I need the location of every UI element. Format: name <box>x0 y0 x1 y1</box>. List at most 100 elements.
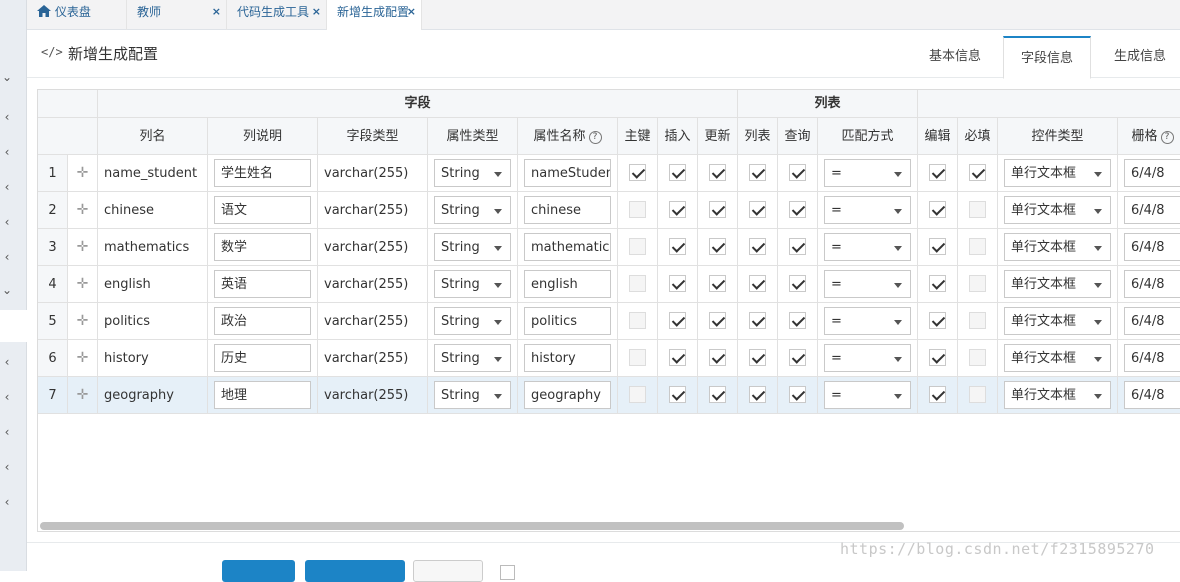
chevron-left-icon[interactable]: ‹ <box>0 425 14 439</box>
pk-checkbox[interactable] <box>628 349 646 366</box>
list-checkbox[interactable] <box>748 349 766 366</box>
row-drag-handle[interactable]: ✛ <box>68 340 98 377</box>
query-checkbox[interactable] <box>788 201 806 218</box>
insert-checkbox[interactable] <box>668 164 686 181</box>
match-select[interactable]: = <box>824 270 911 298</box>
insert-checkbox[interactable] <box>668 349 686 366</box>
query-checkbox[interactable] <box>788 386 806 403</box>
chevron-down-icon[interactable]: ⌄ <box>0 283 14 297</box>
move-icon[interactable]: ✛ <box>77 387 89 403</box>
insert-checkbox[interactable] <box>668 238 686 255</box>
column-desc-input[interactable]: 英语 <box>214 270 311 298</box>
overwrite-files-checkbox[interactable] <box>500 565 515 580</box>
column-header-list[interactable]: 列表 <box>738 118 778 155</box>
edit-checkbox[interactable] <box>928 386 946 403</box>
update-checkbox[interactable] <box>708 349 726 366</box>
pk-checkbox[interactable] <box>628 386 646 403</box>
chevron-down-icon[interactable]: ⌄ <box>0 70 14 84</box>
move-icon[interactable]: ✛ <box>77 350 89 366</box>
attr-type-select[interactable]: String <box>434 344 511 372</box>
edit-checkbox[interactable] <box>928 164 946 181</box>
row-drag-handle[interactable]: ✛ <box>68 377 98 414</box>
close-icon[interactable]: × <box>407 0 416 24</box>
update-checkbox[interactable] <box>708 238 726 255</box>
tab-field-info[interactable]: 字段信息 <box>1003 36 1091 79</box>
required-checkbox[interactable] <box>968 275 986 292</box>
list-checkbox[interactable] <box>748 164 766 181</box>
help-icon[interactable]: ? <box>588 131 602 144</box>
prev-step-button[interactable] <box>222 560 295 582</box>
match-select[interactable]: = <box>824 196 911 224</box>
grid-size-input[interactable]: 6/4/8 <box>1124 196 1180 224</box>
column-header-required[interactable]: 必填 <box>958 118 998 155</box>
move-icon[interactable]: ✛ <box>77 313 89 329</box>
tab-generate-info[interactable]: 生成信息 <box>1097 36 1180 78</box>
grid-size-input[interactable]: 6/4/8 <box>1124 159 1180 187</box>
insert-checkbox[interactable] <box>668 275 686 292</box>
pk-checkbox[interactable] <box>628 238 646 255</box>
column-header-field-type[interactable]: 字段类型 <box>318 118 428 155</box>
attr-type-select[interactable]: String <box>434 159 511 187</box>
chevron-left-icon[interactable]: ‹ <box>0 495 14 509</box>
grid-size-input[interactable]: 6/4/8 <box>1124 270 1180 298</box>
column-header-insert[interactable]: 插入 <box>658 118 698 155</box>
attr-type-select[interactable]: String <box>434 307 511 335</box>
match-select[interactable]: = <box>824 233 911 261</box>
attr-type-select[interactable]: String <box>434 270 511 298</box>
edit-checkbox[interactable] <box>928 238 946 255</box>
close-icon[interactable]: × <box>212 0 221 24</box>
control-type-select[interactable]: 单行文本框 <box>1004 233 1111 261</box>
chevron-left-icon[interactable]: ‹ <box>0 110 14 124</box>
edit-checkbox[interactable] <box>928 312 946 329</box>
close-icon[interactable]: × <box>312 0 321 24</box>
attr-name-input[interactable]: english <box>524 270 611 298</box>
query-checkbox[interactable] <box>788 312 806 329</box>
list-checkbox[interactable] <box>748 238 766 255</box>
chevron-left-icon[interactable]: ‹ <box>0 215 14 229</box>
grid-size-input[interactable]: 6/4/8 <box>1124 344 1180 372</box>
help-icon[interactable]: ? <box>1160 131 1174 144</box>
attr-type-select[interactable]: String <box>434 233 511 261</box>
insert-checkbox[interactable] <box>668 201 686 218</box>
control-type-select[interactable]: 单行文本框 <box>1004 307 1111 335</box>
horizontal-scrollbar[interactable] <box>40 522 904 530</box>
list-checkbox[interactable] <box>748 312 766 329</box>
attr-name-input[interactable]: nameStudent <box>524 159 611 187</box>
required-checkbox[interactable] <box>968 201 986 218</box>
attr-type-select[interactable]: String <box>434 196 511 224</box>
pk-checkbox[interactable] <box>628 275 646 292</box>
attr-name-input[interactable]: politics <box>524 307 611 335</box>
attr-type-select[interactable]: String <box>434 381 511 409</box>
row-drag-handle[interactable]: ✛ <box>68 229 98 266</box>
attr-name-input[interactable]: mathematics <box>524 233 611 261</box>
move-icon[interactable]: ✛ <box>77 165 89 181</box>
query-checkbox[interactable] <box>788 349 806 366</box>
control-type-select[interactable]: 单行文本框 <box>1004 196 1111 224</box>
update-checkbox[interactable] <box>708 386 726 403</box>
attr-name-input[interactable]: geography <box>524 381 611 409</box>
column-desc-input[interactable]: 数学 <box>214 233 311 261</box>
column-desc-input[interactable]: 语文 <box>214 196 311 224</box>
attr-name-input[interactable]: history <box>524 344 611 372</box>
control-type-select[interactable]: 单行文本框 <box>1004 159 1111 187</box>
move-icon[interactable]: ✛ <box>77 276 89 292</box>
insert-checkbox[interactable] <box>668 386 686 403</box>
update-checkbox[interactable] <box>708 201 726 218</box>
chevron-left-icon[interactable]: ‹ <box>0 180 14 194</box>
chevron-left-icon[interactable]: ‹ <box>0 390 14 404</box>
column-desc-input[interactable]: 地理 <box>214 381 311 409</box>
chevron-left-icon[interactable]: ‹ <box>0 460 14 474</box>
required-checkbox[interactable] <box>968 164 986 181</box>
column-desc-input[interactable]: 学生姓名 <box>214 159 311 187</box>
tab-code-generator[interactable]: 代码生成工具 × <box>227 0 327 30</box>
column-header-attr-name[interactable]: 属性名称? <box>518 118 618 155</box>
row-drag-handle[interactable]: ✛ <box>68 266 98 303</box>
pk-checkbox[interactable] <box>628 201 646 218</box>
column-header-edit[interactable]: 编辑 <box>918 118 958 155</box>
row-drag-handle[interactable]: ✛ <box>68 155 98 192</box>
edit-checkbox[interactable] <box>928 349 946 366</box>
column-header-grid-size[interactable]: 栅格? <box>1118 118 1180 155</box>
update-checkbox[interactable] <box>708 164 726 181</box>
update-checkbox[interactable] <box>708 312 726 329</box>
required-checkbox[interactable] <box>968 312 986 329</box>
